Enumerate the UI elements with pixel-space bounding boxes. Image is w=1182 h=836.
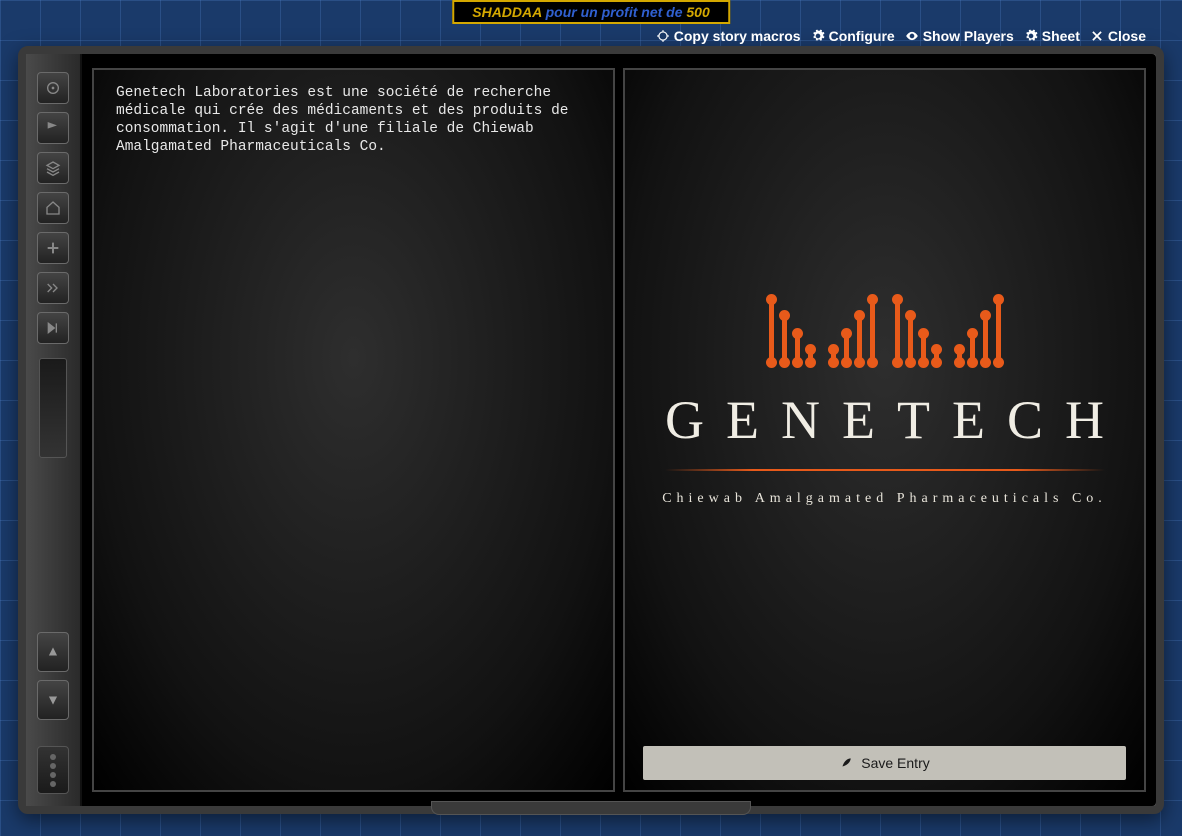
sidebar-footer[interactable] xyxy=(37,746,69,794)
eye-icon xyxy=(905,29,919,43)
configure-button[interactable]: Configure xyxy=(811,28,895,44)
feather-icon xyxy=(839,756,853,770)
show-players-button[interactable]: Show Players xyxy=(905,28,1014,44)
forward-icon xyxy=(45,280,61,296)
sidebar-flag-button[interactable] xyxy=(37,112,69,144)
sidebar-target-button[interactable] xyxy=(37,72,69,104)
gear-icon xyxy=(811,29,825,43)
top-banner: SHADDAA pour un profit net de 500 xyxy=(452,0,730,24)
flag-icon xyxy=(45,120,61,136)
dna-icon xyxy=(769,299,1001,363)
entry-description: Genetech Laboratories est une société de… xyxy=(94,70,613,171)
chevron-down-icon xyxy=(46,689,60,711)
gear-icon xyxy=(1024,29,1038,43)
window-lip xyxy=(431,801,751,815)
close-icon xyxy=(1090,29,1104,43)
home-icon xyxy=(45,200,61,216)
company-logo: GENETECH Chiewab Amalgamated Pharmaceuti… xyxy=(625,70,1144,736)
sheet-button[interactable]: Sheet xyxy=(1024,28,1080,44)
logo-title: GENETECH xyxy=(643,389,1126,451)
description-panel: Genetech Laboratories est une société de… xyxy=(92,68,615,792)
sidebar-plus-button[interactable] xyxy=(37,232,69,264)
logo-divider xyxy=(665,469,1105,471)
journal-window: Genetech Laboratories est une société de… xyxy=(18,46,1164,814)
sidebar-forward-button[interactable] xyxy=(37,272,69,304)
crosshair-icon xyxy=(656,29,670,43)
sidebar-up-button[interactable] xyxy=(37,632,69,672)
image-panel: GENETECH Chiewab Amalgamated Pharmaceuti… xyxy=(623,68,1146,792)
sidebar-layers-button[interactable] xyxy=(37,152,69,184)
sidebar-skip-button[interactable] xyxy=(37,312,69,344)
left-sidebar xyxy=(26,54,82,806)
content-area: Genetech Laboratories est une société de… xyxy=(82,54,1156,806)
banner-mid: pour un profit net de xyxy=(546,4,683,20)
window-toolbar: Copy story macros Configure Show Players… xyxy=(656,28,1146,44)
target-icon xyxy=(45,80,61,96)
close-button[interactable]: Close xyxy=(1090,28,1146,44)
logo-subtitle: Chiewab Amalgamated Pharmaceuticals Co. xyxy=(662,491,1107,507)
skip-icon xyxy=(45,320,61,336)
layers-icon xyxy=(45,160,61,176)
save-entry-button[interactable]: Save Entry xyxy=(643,746,1126,780)
sidebar-home-button[interactable] xyxy=(37,192,69,224)
plus-icon xyxy=(45,240,61,256)
chevron-up-icon xyxy=(46,641,60,663)
banner-left: SHADDAA xyxy=(472,4,541,20)
copy-macros-button[interactable]: Copy story macros xyxy=(656,28,801,44)
sidebar-slider[interactable] xyxy=(39,358,67,458)
banner-right: 500 xyxy=(686,4,709,20)
sidebar-down-button[interactable] xyxy=(37,680,69,720)
